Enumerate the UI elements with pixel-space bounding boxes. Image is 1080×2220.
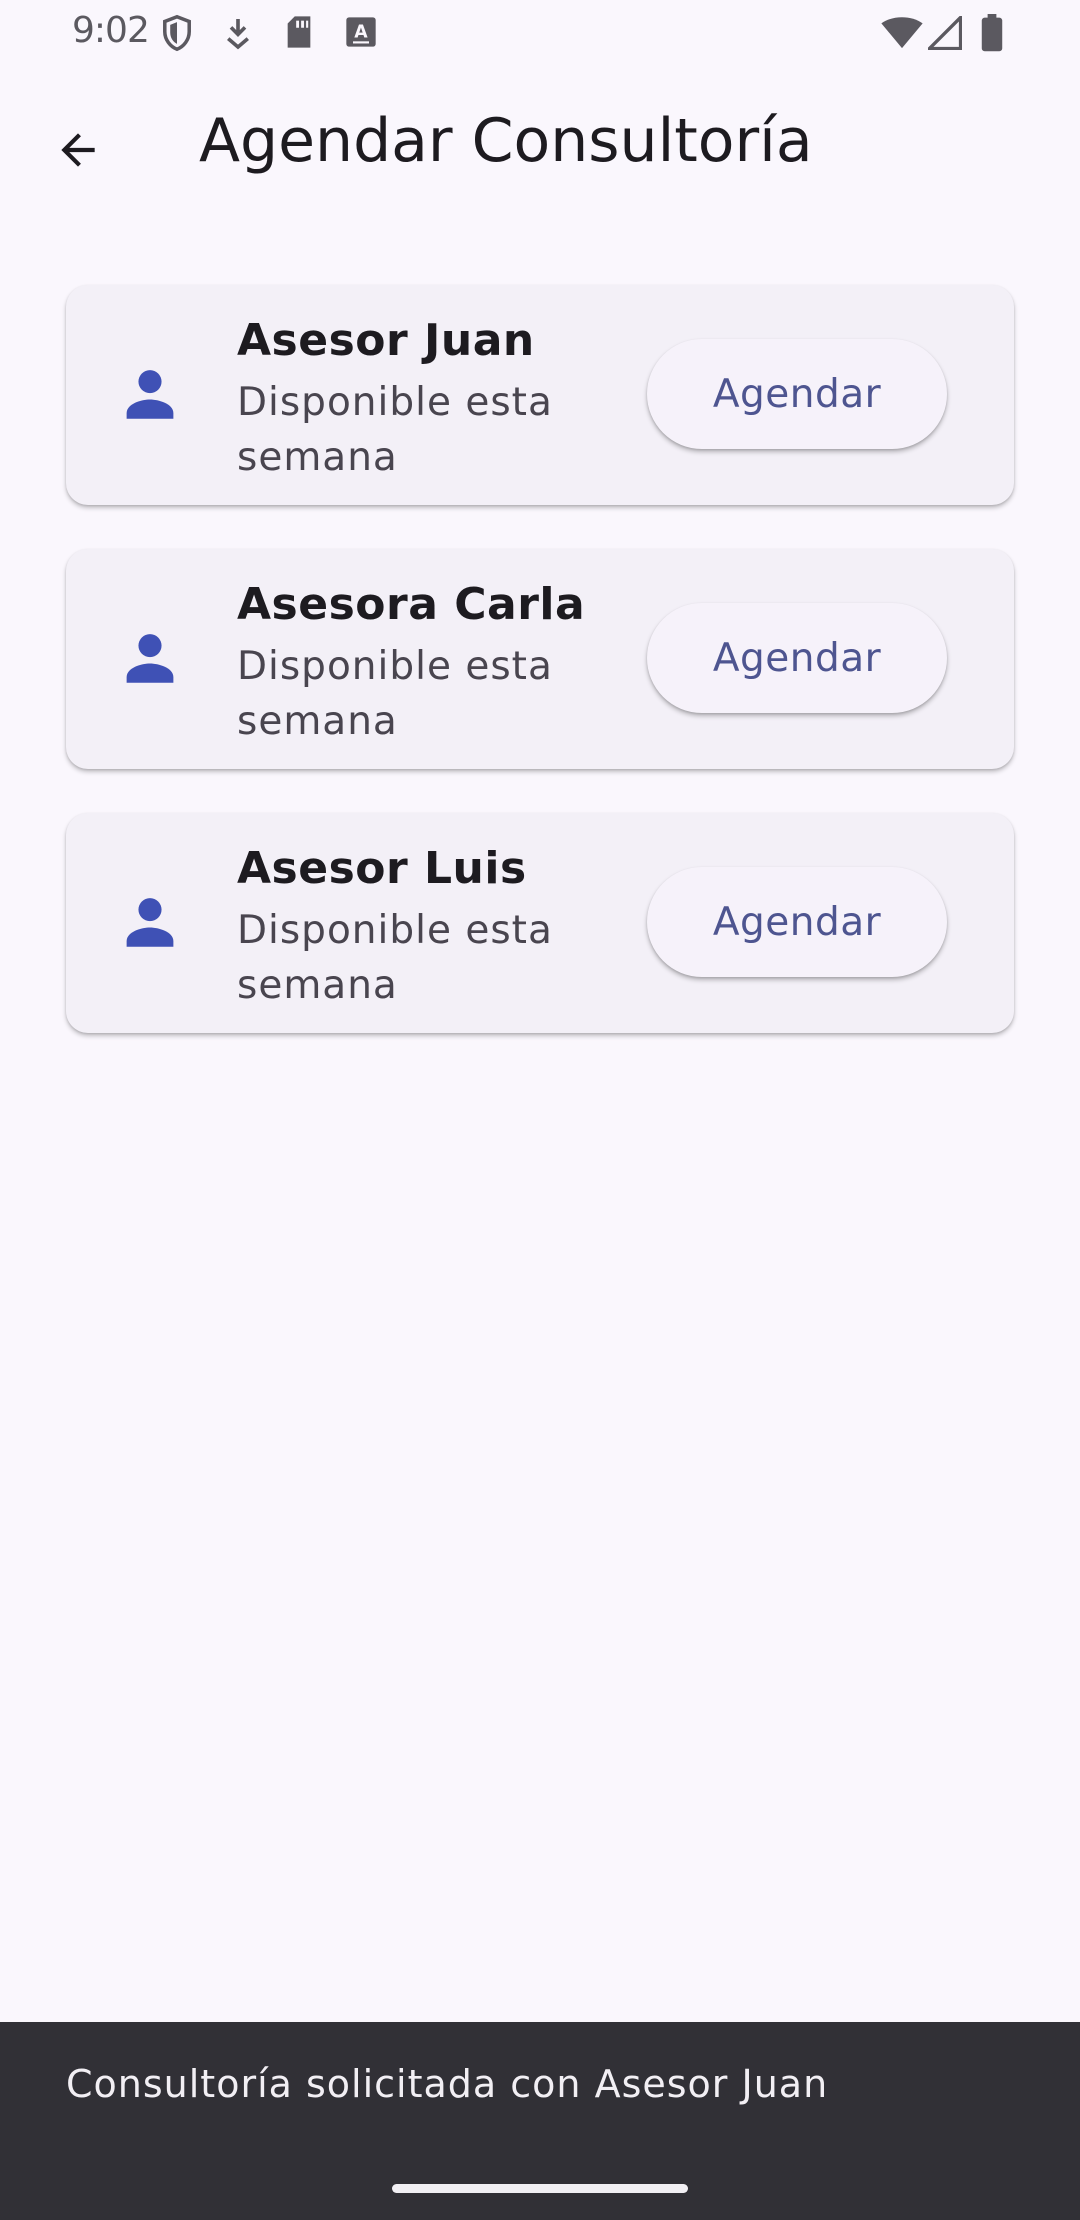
person-icon [117,361,183,427]
status-time: 9:02 [72,10,150,51]
agendar-button[interactable]: Agendar [647,603,947,713]
download-icon [224,16,252,54]
advisor-card: Asesor Luis Disponible esta semana Agend… [66,813,1014,1033]
shield-icon [160,14,194,56]
snackbar-message: Consultoría solicitada con Asesor Juan [66,2062,829,2106]
advisor-name: Asesor Juan [237,315,535,366]
status-bar: 9:02 A [0,0,1080,66]
battery-icon [980,14,1004,56]
sd-card-icon [284,15,314,53]
wifi-icon [880,16,924,54]
advisor-name: Asesora Carla [237,579,586,630]
advisor-status: Disponible esta semana [237,380,553,480]
advisor-name: Asesor Luis [237,843,527,894]
advisor-status: Disponible esta semana [237,908,553,1008]
advisor-card: Asesora Carla Disponible esta semana Age… [66,549,1014,769]
advisor-status: Disponible esta semana [237,644,553,744]
back-button[interactable] [36,110,120,194]
arrow-back-icon [53,125,103,179]
app-bar: Agendar Consultoría [0,66,1080,226]
agendar-button[interactable]: Agendar [647,867,947,977]
home-indicator[interactable] [392,2184,688,2193]
agendar-button[interactable]: Agendar [647,339,947,449]
screen: 9:02 A Agendar Consultoría Asesor Juan D… [0,0,1080,2220]
snackbar: Consultoría solicitada con Asesor Juan [0,2022,1080,2220]
advisor-card: Asesor Juan Disponible esta semana Agend… [66,285,1014,505]
page-title: Agendar Consultoría [199,106,813,176]
cell-signal-icon [925,13,963,54]
person-icon [117,625,183,691]
person-icon [117,889,183,955]
svg-text:A: A [354,22,368,42]
text-icon: A [345,16,377,52]
